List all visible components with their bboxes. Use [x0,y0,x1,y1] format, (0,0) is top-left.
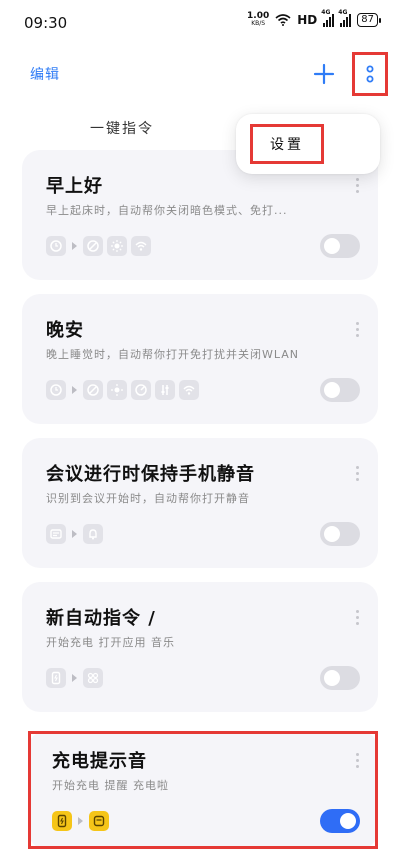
arrow-right-icon [72,674,77,682]
card-action-icons [46,380,199,400]
card-more-icon[interactable] [354,322,360,337]
add-button[interactable] [310,60,338,88]
signal-icon: 4G [321,9,335,27]
card-more-icon[interactable] [354,466,360,481]
card-title: 早上好 [46,176,103,197]
note-icon [89,811,109,831]
arrow-right-icon [72,530,77,538]
card-more-icon[interactable] [354,610,360,625]
shortcut-card-charging-sound[interactable]: 充电提示音 开始充电 提醒 充电啦 [28,731,378,849]
sun-icon [107,380,127,400]
sun-icon [107,236,127,256]
card-description: 开始充电 打开应用 音乐 [46,636,175,649]
shortcut-card-new-automation[interactable]: 新自动指令 / 开始充电 打开应用 音乐 [22,582,378,712]
card-description: 识别到会议开始时，自动帮你打开静音 [46,492,250,505]
card-action-icons [46,524,103,544]
status-icons: 1.00 KB/S HD 4G 4G 87 [247,9,381,28]
bell-icon [83,524,103,544]
card-title: 新自动指令 / [46,608,156,629]
plus-icon [313,63,335,85]
network-speed-unit: KB/S [251,20,266,27]
more-menu-button[interactable] [352,52,388,96]
card-action-icons [52,811,109,831]
section-title: 一键指令 [90,121,154,137]
card-action-icons [46,236,151,256]
card-toggle[interactable] [320,809,360,833]
dnd-icon [83,236,103,256]
network-type-2: 4G [338,9,348,16]
shortcut-card-good-night[interactable]: 晚安 晚上睡觉时，自动帮你打开免打扰并关闭WLAN [22,294,378,424]
card-toggle[interactable] [320,522,360,546]
edit-button[interactable]: 编辑 [30,64,60,84]
card-title: 会议进行时保持手机静音 [46,464,255,485]
signal-icon-2: 4G [338,9,352,27]
apps-icon [83,668,103,688]
overflow-menu: 设置 [236,114,380,174]
clock-icon [46,380,66,400]
card-description: 早上起床时，自动帮你关闭暗色模式、免打... [46,204,288,217]
hd-indicator: HD [297,13,318,27]
clock-icon [46,236,66,256]
more-vertical-icon [366,65,374,83]
sliders-icon [155,380,175,400]
network-speed: 1.00 KB/S [247,12,269,28]
calendar-icon [46,524,66,544]
card-toggle[interactable] [320,378,360,402]
card-more-icon[interactable] [354,753,360,768]
dnd-icon [83,380,103,400]
wifi-icon [131,236,151,256]
card-action-icons [46,668,103,688]
network-speed-value: 1.00 [247,11,270,21]
status-time: 09:30 [24,14,68,32]
arrow-right-icon [78,817,83,825]
network-type-1: 4G [321,9,331,16]
arrow-right-icon [72,386,77,394]
card-description: 晚上睡觉时，自动帮你打开免打扰并关闭WLAN [46,348,300,361]
card-more-icon[interactable] [354,178,360,193]
phone-charge-icon [52,811,72,831]
battery-icon: 87 [357,13,381,27]
card-title: 充电提示音 [52,751,147,772]
arrow-right-icon [72,242,77,250]
card-toggle[interactable] [320,666,360,690]
wifi-icon [275,14,291,26]
card-toggle[interactable] [320,234,360,258]
shortcut-card-meeting-silent[interactable]: 会议进行时保持手机静音 识别到会议开始时，自动帮你打开静音 [22,438,378,568]
status-bar: 09:30 1.00 KB/S HD 4G 4G 87 [0,0,400,44]
card-title: 晚安 [46,320,84,341]
wifi-icon [179,380,199,400]
settings-menu-item[interactable]: 设置 [250,124,324,164]
card-description: 开始充电 提醒 充电啦 [52,779,169,792]
gauge-icon [131,380,151,400]
phone-charge-icon [46,668,66,688]
